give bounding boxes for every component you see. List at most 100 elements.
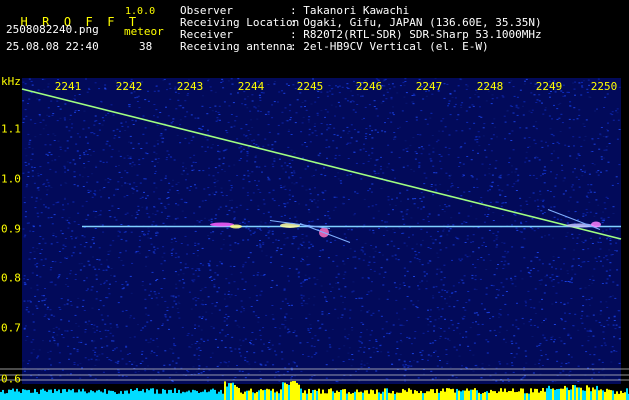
noise-speck [84,321,87,323]
noise-speck [226,334,229,335]
noise-speck [541,213,544,215]
noise-speck [24,148,27,150]
noise-speck [48,185,51,187]
x-tick: 2246 [355,80,383,93]
noise-speck [475,364,478,366]
noise-speck [603,257,605,259]
noise-speck [131,262,134,264]
level-bar-segment [556,389,558,400]
noise-speck [356,192,359,194]
noise-speck [155,85,158,87]
noise-speck [67,169,70,171]
noise-speck [350,90,353,92]
noise-speck [226,305,229,307]
noise-speck [386,89,388,91]
noise-speck [366,311,369,313]
noise-speck [565,190,567,192]
noise-speck [117,230,120,232]
noise-speck [506,184,509,186]
noise-speck [297,272,300,274]
noise-speck [153,151,156,153]
noise-speck [529,82,532,84]
noise-speck [326,350,329,352]
noise-speck [212,239,215,241]
level-bar-segment [162,388,164,400]
noise-speck [226,318,228,320]
noise-speck [521,317,524,319]
noise-speck [402,364,405,366]
noise-speck [259,228,261,230]
noise-speck [541,365,544,366]
noise-speck [488,168,491,170]
level-bar-segment [348,392,350,400]
noise-speck [86,154,89,155]
noise-speck [396,312,398,314]
noise-speck [26,306,29,308]
noise-speck [373,171,376,173]
noise-speck [110,327,113,329]
noise-speck [462,318,464,320]
level-bar-segment [444,391,446,400]
noise-speck [361,118,364,120]
noise-speck [53,340,56,342]
noise-speck [543,166,546,168]
noise-speck [313,354,316,355]
x-tick: 2245 [296,80,324,93]
noise-speck [440,316,443,318]
noise-speck [281,111,284,113]
noise-speck [365,370,368,372]
noise-speck [141,360,144,362]
noise-speck [342,260,345,262]
noise-speck [109,332,112,334]
noise-speck [594,257,597,259]
noise-speck [166,319,169,321]
noise-speck [237,288,240,290]
noise-speck [75,323,78,324]
noise-speck [446,361,449,363]
noise-speck [229,296,232,298]
noise-speck [448,327,451,329]
noise-speck [522,114,525,116]
noise-speck [226,227,229,229]
noise-speck [390,121,393,123]
noise-speck [306,256,309,258]
level-bar-segment [170,389,172,400]
noise-speck [325,364,328,366]
noise-speck [283,203,286,205]
noise-speck [67,227,70,229]
noise-speck [288,110,291,112]
noise-speck [410,365,413,367]
noise-speck [72,252,75,254]
noise-speck [132,192,135,194]
level-bar-segment [422,393,424,400]
noise-speck [220,187,223,189]
noise-speck [221,80,224,82]
noise-speck [418,259,421,261]
noise-speck [432,342,434,344]
level-bar-segment [550,388,552,400]
noise-speck [611,346,614,348]
noise-speck [201,247,204,249]
noise-speck [242,264,245,266]
noise-speck [265,255,268,257]
noise-speck [290,377,293,379]
noise-speck [106,315,109,317]
noise-speck [208,264,211,266]
noise-speck [105,280,108,282]
noise-speck [444,146,447,148]
noise-speck [422,219,425,221]
noise-speck [114,361,117,363]
noise-speck [136,190,139,192]
noise-speck [429,309,432,311]
noise-speck [511,324,514,326]
noise-speck [128,361,131,362]
noise-speck [131,161,134,163]
noise-speck [129,158,132,159]
noise-speck [479,106,481,108]
noise-speck [63,165,66,167]
noise-speck [342,361,345,362]
noise-speck [148,216,151,218]
noise-speck [308,211,311,213]
noise-speck [555,301,558,303]
level-bar-segment [266,388,268,400]
